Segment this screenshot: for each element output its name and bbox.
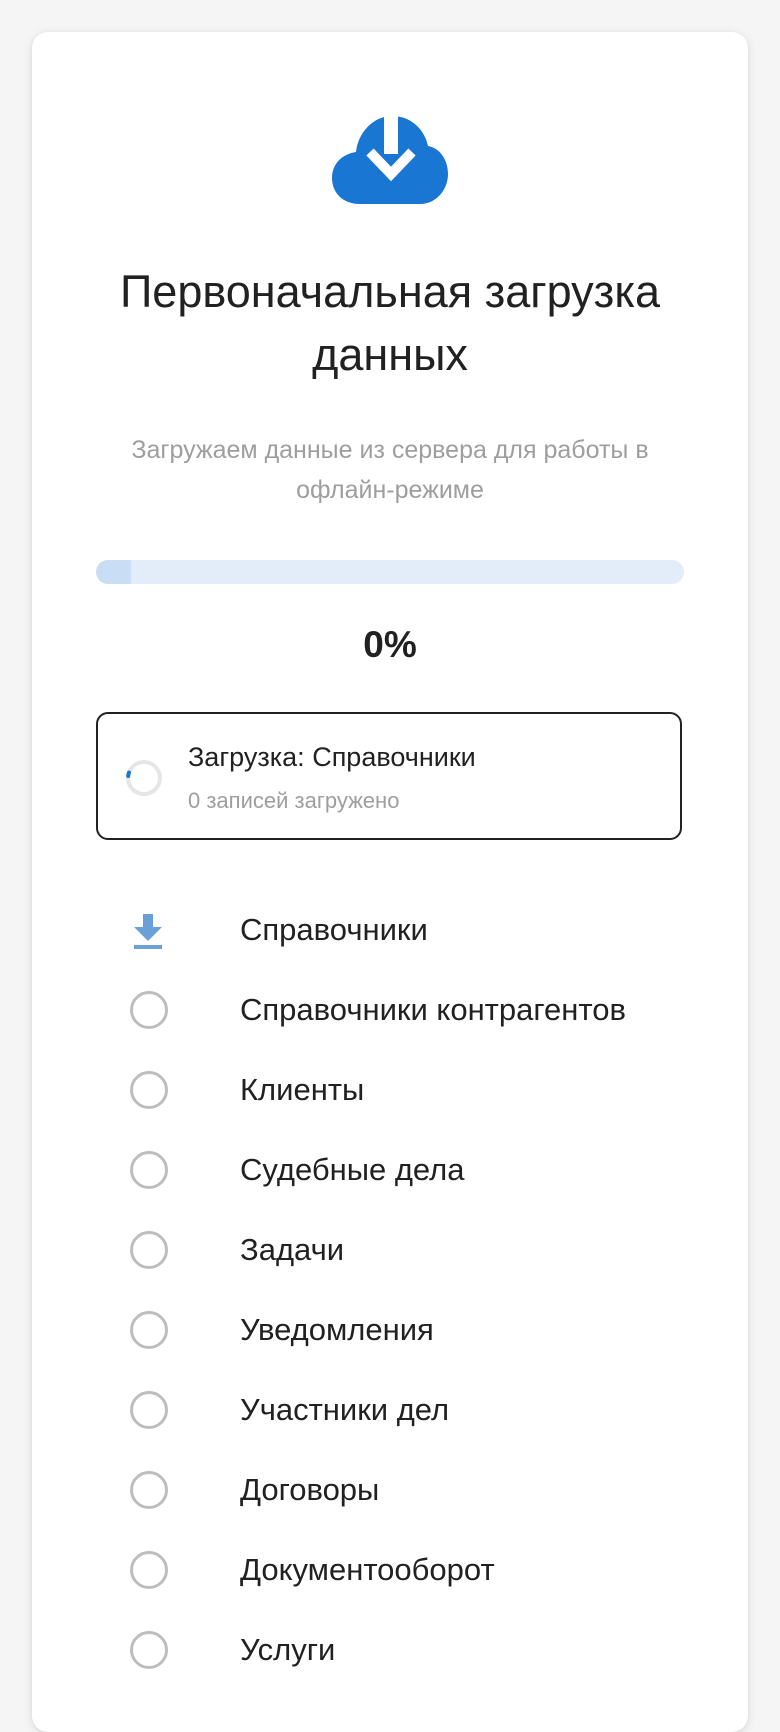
- step-label: Справочники: [240, 912, 428, 947]
- step-item: Справочники контрагентов: [32, 972, 748, 1052]
- step-label: Услуги: [240, 1632, 336, 1667]
- step-item: Справочники: [32, 892, 748, 972]
- step-item: Задачи: [32, 1212, 748, 1292]
- step-label: Договоры: [240, 1472, 380, 1507]
- empty-circle-icon: [130, 1071, 168, 1109]
- current-task-panel: Загрузка: Справочники 0 записей загружен…: [96, 712, 682, 840]
- step-label: Судебные дела: [240, 1152, 465, 1187]
- step-label: Документооборот: [240, 1552, 495, 1587]
- step-item: Услуги: [32, 1612, 748, 1692]
- empty-circle-icon: [130, 1551, 168, 1589]
- step-item: Клиенты: [32, 1052, 748, 1132]
- current-task-title: Загрузка: Справочники: [188, 742, 476, 772]
- progress-bar-fill: [96, 560, 131, 584]
- empty-circle-icon: [130, 1631, 168, 1669]
- step-label: Справочники контрагентов: [240, 992, 626, 1027]
- download-icon: [134, 914, 162, 949]
- progress-bar: [96, 560, 684, 584]
- step-item: Участники дел: [32, 1372, 748, 1452]
- empty-circle-icon: [130, 1311, 168, 1349]
- empty-circle-icon: [130, 1471, 168, 1509]
- current-task-count: 0 записей загружено: [188, 788, 400, 813]
- step-label: Задачи: [240, 1232, 345, 1267]
- empty-circle-icon: [130, 1151, 168, 1189]
- step-item: Договоры: [32, 1452, 748, 1532]
- step-item: Судебные дела: [32, 1132, 748, 1212]
- progress-percent: 0%: [363, 624, 417, 665]
- step-item: Документооборот: [32, 1532, 748, 1612]
- empty-circle-icon: [130, 991, 168, 1029]
- step-label: Участники дел: [240, 1392, 450, 1427]
- page-title: Первоначальная загрузка данных: [119, 266, 661, 380]
- step-item: Уведомления: [32, 1292, 748, 1372]
- empty-circle-icon: [130, 1231, 168, 1269]
- spinner-icon: [126, 760, 162, 796]
- page-subtitle: Загружаем данные из сервера для работы в…: [131, 436, 649, 504]
- cloud-download-icon: [32, 112, 748, 212]
- empty-circle-icon: [130, 1391, 168, 1429]
- step-label: Уведомления: [240, 1312, 434, 1347]
- steps-list: Справочники Справочники контрагентов Клиен…: [32, 892, 748, 1692]
- loading-card: Первоначальная загрузка данных Загружаем…: [32, 32, 748, 1732]
- step-label: Клиенты: [240, 1072, 365, 1107]
